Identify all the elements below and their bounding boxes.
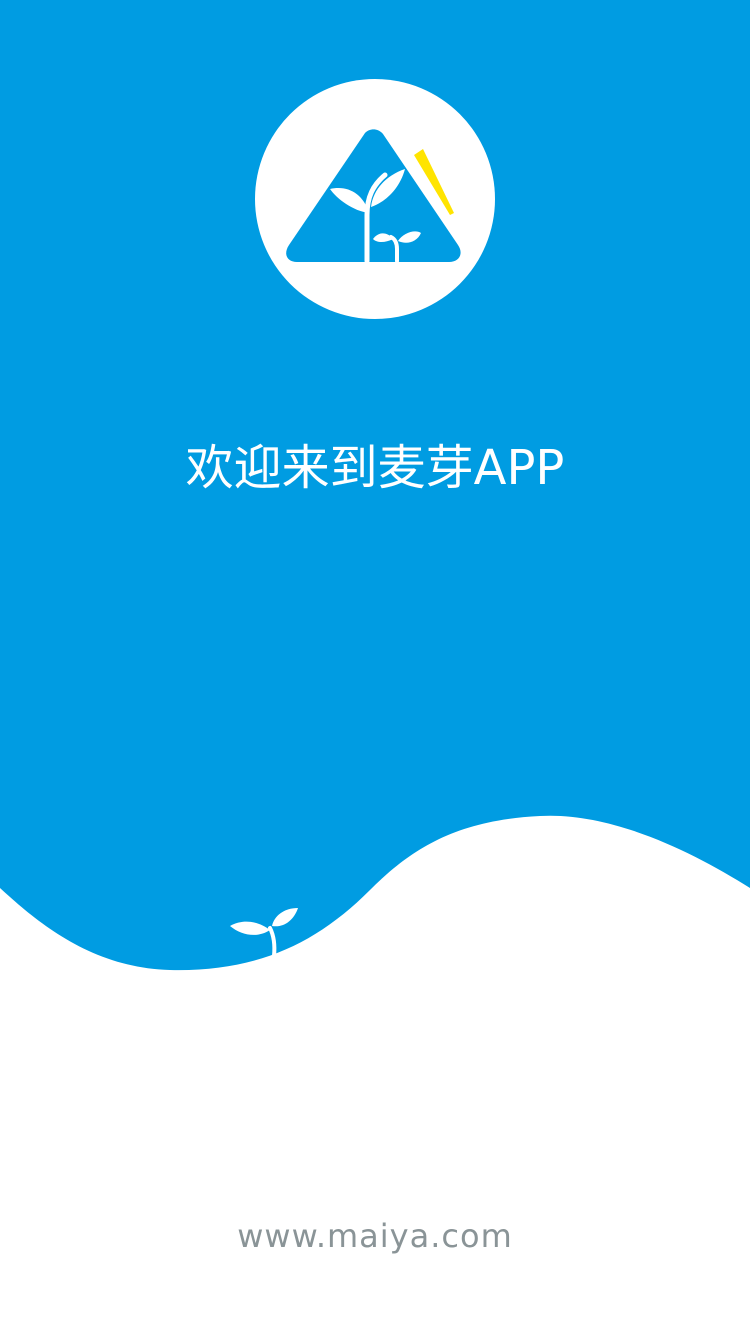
app-logo [255, 79, 495, 319]
website-url: www.maiya.com [237, 1217, 513, 1255]
splash-screen: 欢迎来到麦芽APP www.maiya.com [0, 0, 750, 1334]
sprout-mountain-logo-icon [255, 79, 495, 319]
sprout-icon [230, 908, 298, 958]
sprout-decoration [226, 904, 300, 960]
welcome-title: 欢迎来到麦芽APP [185, 440, 565, 496]
